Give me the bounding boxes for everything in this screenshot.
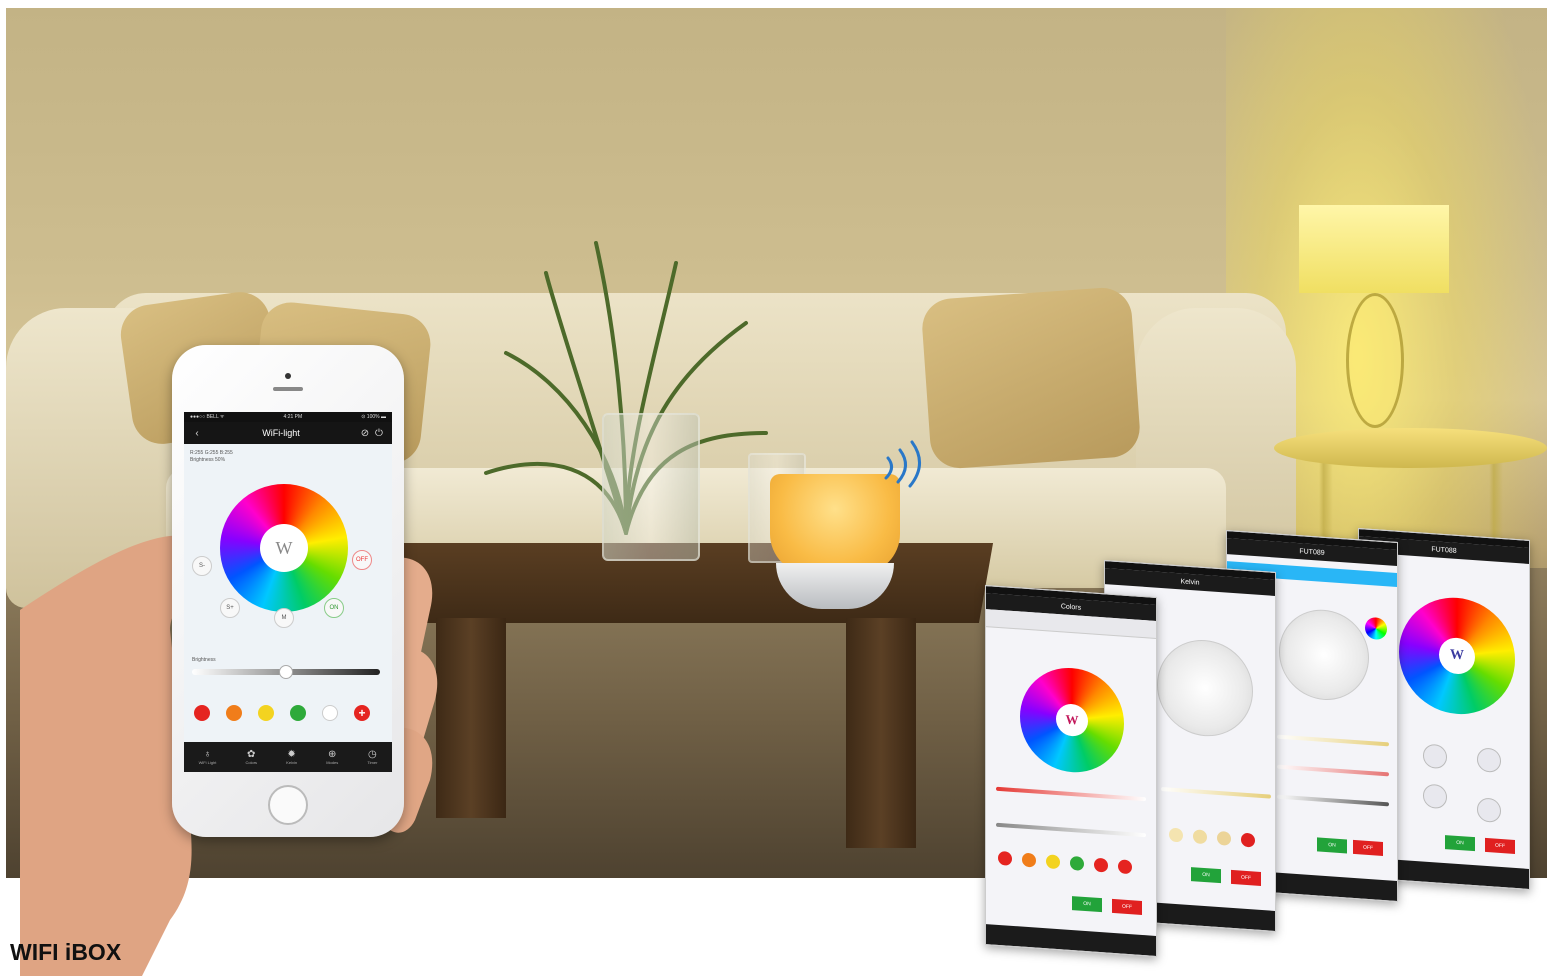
kelvin-slider xyxy=(1161,786,1271,799)
slider-thumb[interactable] xyxy=(279,665,293,679)
plus-button xyxy=(1423,743,1447,770)
white-button: W xyxy=(1439,636,1475,676)
add-color-dot xyxy=(1241,832,1255,848)
on-button: ON xyxy=(1317,837,1347,854)
back-icon[interactable]: ‹ xyxy=(190,428,204,439)
clock-icon: ◷ xyxy=(368,749,377,760)
power-icon[interactable]: ⏻ xyxy=(372,428,386,439)
wifi-signal-icon xyxy=(884,440,921,488)
tab-bar xyxy=(986,924,1156,956)
color-swatch[interactable] xyxy=(194,705,210,721)
brightness-label: Brightness xyxy=(192,657,216,663)
time-text: 4:21 PM xyxy=(283,414,303,420)
bulb-icon: ♁ xyxy=(203,749,212,760)
coffee-table-leg xyxy=(846,618,916,848)
rgb-readout: R:255 G:255 B:255 xyxy=(190,450,233,456)
pillow xyxy=(920,285,1142,471)
color-swatch[interactable] xyxy=(322,705,338,721)
kelvin-dial xyxy=(1157,636,1253,740)
color-dot xyxy=(998,850,1012,866)
glass-vase xyxy=(602,413,700,561)
tab-label: Modes xyxy=(326,760,339,765)
remote-dial xyxy=(1279,606,1369,703)
color-slider xyxy=(996,786,1146,802)
color-dot xyxy=(1217,830,1231,846)
status-bar: ●●●○○ BELL ᯤ 4:21 PM ⊙ 100% ▬ xyxy=(184,412,392,422)
warm-slider xyxy=(1277,734,1389,747)
app-title: WiFi-light xyxy=(262,428,300,438)
earpiece xyxy=(273,387,303,391)
color-swatch[interactable] xyxy=(258,705,274,721)
phone-screen: ●●●○○ BELL ᯤ 4:21 PM ⊙ 100% ▬ ‹ WiFi-lig… xyxy=(184,412,392,772)
app-header: ‹ WiFi-light ⊘ ⏻ xyxy=(184,422,392,444)
screenshot-colors: Colors W ON OFF xyxy=(985,585,1157,958)
minus-button xyxy=(1423,783,1447,810)
palette-icon: ✿ xyxy=(247,749,256,760)
on-button: ON xyxy=(1072,896,1102,913)
tab-label: Timer xyxy=(367,760,378,765)
color-dot xyxy=(1094,857,1108,873)
tab-wifi-light[interactable]: ♁ WiFi Light xyxy=(199,749,217,765)
carrier-text: ●●●○○ BELL ᯤ xyxy=(190,414,225,420)
add-color-dot xyxy=(1118,859,1132,875)
lamp-body xyxy=(1346,293,1404,428)
color-wheel: W xyxy=(1399,593,1515,718)
off-button: OFF xyxy=(1353,839,1383,856)
saturation-slider xyxy=(1277,764,1389,777)
on-button: ON xyxy=(1445,835,1475,852)
wifi-ibox-light xyxy=(770,474,900,574)
globe-icon: ⊕ xyxy=(328,749,337,760)
brightness-readout: Brightness 50% xyxy=(190,457,226,463)
white-button: W xyxy=(1056,702,1088,738)
mode-button[interactable]: M xyxy=(274,608,294,628)
sun-icon: ✹ xyxy=(287,749,296,760)
color-dot xyxy=(1193,829,1207,845)
down-button xyxy=(1477,797,1501,823)
product-caption: WIFI iBOX xyxy=(10,939,122,965)
speed-minus-button[interactable]: S- xyxy=(192,556,212,576)
edit-icon[interactable]: ⊘ xyxy=(358,428,372,439)
white-button[interactable]: W xyxy=(260,524,308,572)
color-dot xyxy=(1022,852,1036,868)
marketing-image: ●●●○○ BELL ᯤ 4:21 PM ⊙ 100% ▬ ‹ WiFi-lig… xyxy=(0,0,1547,976)
on-button[interactable]: ON xyxy=(324,598,344,618)
mini-color-wheel xyxy=(1365,616,1387,641)
tab-label: WiFi Light xyxy=(198,760,217,765)
tab-bar: ♁ WiFi Light ✿ Colors ✹ Kelvin ⊕ Modes ◷ Time… xyxy=(184,742,392,772)
side-table-top xyxy=(1274,428,1547,468)
speed-plus-button[interactable]: S+ xyxy=(220,598,240,618)
brightness-slider[interactable] xyxy=(192,665,380,679)
tab-colors[interactable]: ✿ Colors xyxy=(245,749,257,765)
color-dot xyxy=(1046,854,1060,870)
off-button: OFF xyxy=(1485,837,1515,854)
tab-kelvin[interactable]: ✹ Kelvin xyxy=(286,749,297,765)
color-dot xyxy=(1169,827,1183,843)
lamp-shade xyxy=(1299,205,1449,293)
on-button: ON xyxy=(1191,867,1221,884)
add-color-button[interactable]: + xyxy=(354,705,370,721)
off-button: OFF xyxy=(1231,869,1261,886)
tab-label: Kelvin xyxy=(286,760,298,765)
up-button xyxy=(1477,747,1501,773)
off-button[interactable]: OFF xyxy=(352,550,372,570)
color-dot xyxy=(1070,855,1084,871)
home-button[interactable] xyxy=(268,785,308,825)
color-wheel: W xyxy=(1020,664,1124,776)
color-wheel[interactable]: W xyxy=(220,484,348,612)
tab-modes[interactable]: ⊕ Modes xyxy=(326,749,338,765)
off-button: OFF xyxy=(1112,898,1142,915)
smartphone: ●●●○○ BELL ᯤ 4:21 PM ⊙ 100% ▬ ‹ WiFi-lig… xyxy=(172,345,404,837)
color-swatch[interactable] xyxy=(226,705,242,721)
tab-label: Colors xyxy=(245,760,258,765)
front-camera xyxy=(285,373,291,379)
brightness-slider xyxy=(1277,794,1389,807)
brightness-slider xyxy=(996,822,1146,838)
color-swatch[interactable] xyxy=(290,705,306,721)
tab-timer[interactable]: ◷ Timer xyxy=(367,749,377,765)
battery-text: ⊙ 100% ▬ xyxy=(361,414,386,420)
